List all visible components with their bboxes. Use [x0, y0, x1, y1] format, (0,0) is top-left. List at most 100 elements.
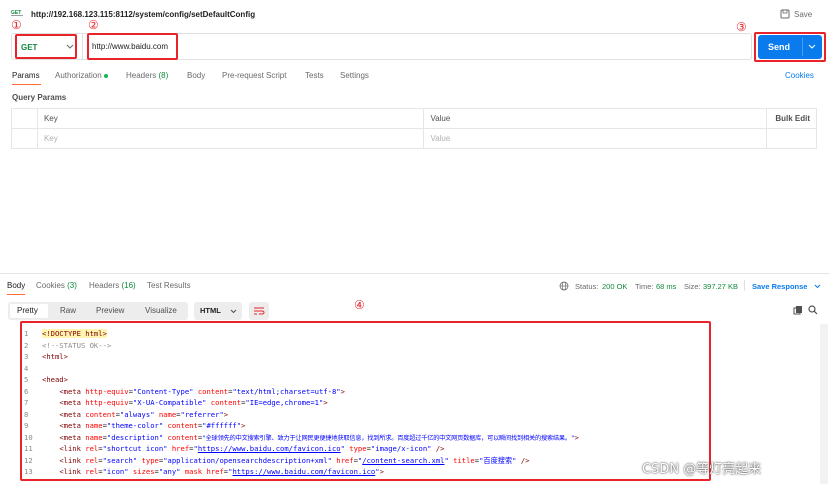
status-value[interactable]: 200 OK	[602, 282, 627, 291]
tab-tests[interactable]: Tests	[305, 71, 324, 80]
code-token: name	[158, 409, 177, 419]
chevron-down-icon[interactable]	[814, 284, 821, 289]
tab-authorization[interactable]: Authorization	[55, 71, 108, 80]
code-token: "百度搜索"	[479, 455, 517, 465]
cookies-link[interactable]: Cookies	[785, 71, 814, 80]
code-line: 11 <link rel="shortcut icon" href="https…	[24, 444, 445, 453]
row-checkbox-cell	[11, 128, 38, 149]
code-token: "theme-color"	[106, 421, 164, 430]
code-token: "text/html;charset=utf-8"	[232, 386, 341, 396]
code-token: rel	[85, 444, 99, 453]
response-tab-body[interactable]: Body	[7, 281, 25, 290]
code-line: 5 <head>	[24, 375, 68, 384]
send-button[interactable]: Send	[758, 35, 822, 59]
code-line: 2 <!--STATUS OK-->	[24, 340, 112, 350]
time-value[interactable]: 68 ms	[656, 282, 676, 291]
response-tab-headers[interactable]: Headers (16)	[89, 281, 136, 290]
value-input[interactable]: Value	[423, 128, 767, 149]
row-actions-cell	[766, 128, 817, 149]
code-token: "referrer"	[180, 409, 224, 419]
code-token: name	[85, 421, 103, 430]
view-tab-raw[interactable]: Raw	[60, 306, 76, 315]
code-token: "#ffffff"	[202, 421, 242, 430]
save-icon	[780, 9, 790, 19]
code-token: "IE=edge,chrome=1"	[245, 398, 324, 407]
send-divider	[802, 38, 803, 56]
code-token: href	[336, 455, 354, 465]
save-button[interactable]: Save	[780, 9, 820, 21]
globe-icon[interactable]	[559, 281, 569, 291]
method-select[interactable]: GET	[15, 34, 77, 59]
code-token: "icon"	[102, 467, 129, 476]
column-value-header: Value	[423, 108, 767, 129]
code-token: content	[167, 421, 198, 430]
view-tab-visualize[interactable]: Visualize	[145, 306, 177, 315]
view-tab-pretty[interactable]: Pretty	[10, 304, 48, 318]
code-token: <head>	[42, 375, 68, 384]
send-label: Send	[768, 42, 791, 52]
code-token: sizes	[132, 467, 155, 476]
response-tab-cookies[interactable]: Cookies (3)	[36, 281, 77, 290]
copy-icon[interactable]	[793, 305, 803, 315]
code-token: <!DOCTYPE html>	[42, 329, 107, 338]
tab-body[interactable]: Body	[187, 71, 205, 80]
url-input[interactable]: http://www.baidu.com	[87, 33, 178, 60]
table-row: Key Value	[11, 128, 817, 149]
tab-settings[interactable]: Settings	[340, 71, 369, 80]
annotation-2: ②	[88, 18, 99, 32]
chevron-down-icon	[230, 309, 237, 314]
code-token: rel	[85, 467, 99, 476]
code-line: 13 <link rel="icon" sizes="any" mask hre…	[24, 467, 384, 476]
search-icon[interactable]	[808, 305, 818, 315]
code-token: content	[85, 409, 116, 419]
code-token: "Content-Type"	[132, 386, 194, 396]
save-label: Save	[794, 10, 813, 19]
wrap-lines-icon	[254, 307, 265, 315]
url-input-value: http://www.baidu.com	[92, 42, 169, 51]
code-token: name	[85, 432, 103, 442]
code-token: mask	[184, 467, 203, 476]
request-bar-divider	[82, 34, 83, 59]
code-token: "全球领先的中文搜索引擎、致力于让网民更便捷地获取信息，找到所求。百度超过千亿的…	[202, 434, 575, 442]
code-token: "shortcut icon"	[102, 444, 168, 453]
request-icon: GET	[11, 8, 23, 17]
code-link[interactable]: https://www.baidu.com/favicon.ico	[232, 467, 375, 476]
scrollbar-track[interactable]	[820, 324, 828, 484]
time-label: Time:	[635, 282, 654, 291]
code-token: "image/x-icon"	[370, 444, 432, 453]
code-token: "always"	[119, 409, 155, 419]
tab-pre-request-script[interactable]: Pre-request Script	[222, 71, 286, 80]
checkbox-column-header	[11, 108, 38, 129]
code-line: 6 <meta http-equiv="Content-Type" conten…	[24, 386, 345, 396]
code-token: <html>	[42, 352, 68, 361]
view-tab-preview[interactable]: Preview	[96, 306, 124, 315]
tab-params-underline	[12, 84, 41, 85]
column-key-header: Key	[36, 108, 425, 129]
code-line: 9 <meta name="theme-color" content="#fff…	[24, 421, 246, 430]
tab-headers[interactable]: Headers (8)	[126, 71, 168, 80]
size-value[interactable]: 397.27 KB	[703, 282, 738, 291]
response-tab-headers-count: (16)	[121, 281, 136, 290]
code-token: <!--STATUS OK-->	[42, 340, 112, 350]
response-tab-cookies-label: Cookies	[36, 281, 65, 290]
panel-divider	[0, 273, 830, 274]
method-label: GET	[21, 43, 38, 52]
code-token: "X-UA-Compatible"	[132, 398, 207, 407]
request-url-title[interactable]: http://192.168.123.115:8112/system/confi…	[31, 10, 255, 19]
response-tab-test-results[interactable]: Test Results	[147, 281, 191, 290]
wrap-lines-button[interactable]	[249, 302, 269, 320]
status-dot-icon	[103, 73, 108, 78]
bulk-edit-button[interactable]: Bulk Edit	[766, 108, 817, 129]
code-link[interactable]: https://www.baidu.com/favicon.ico	[198, 444, 341, 453]
code-token: content	[197, 386, 229, 396]
code-link[interactable]: /content-search.xml	[362, 456, 444, 465]
code-line: 4	[24, 363, 29, 373]
save-response-button[interactable]: Save Response	[752, 282, 807, 291]
chevron-down-icon[interactable]	[808, 44, 816, 50]
tab-params[interactable]: Params	[12, 71, 40, 80]
format-select[interactable]: HTML	[194, 302, 242, 320]
key-input[interactable]: Key	[36, 128, 425, 149]
annotation-1: ①	[11, 18, 22, 32]
code-line: 7 <meta http-equiv="X-UA-Compatible" con…	[24, 398, 328, 407]
code-token: http-equiv	[85, 386, 129, 396]
